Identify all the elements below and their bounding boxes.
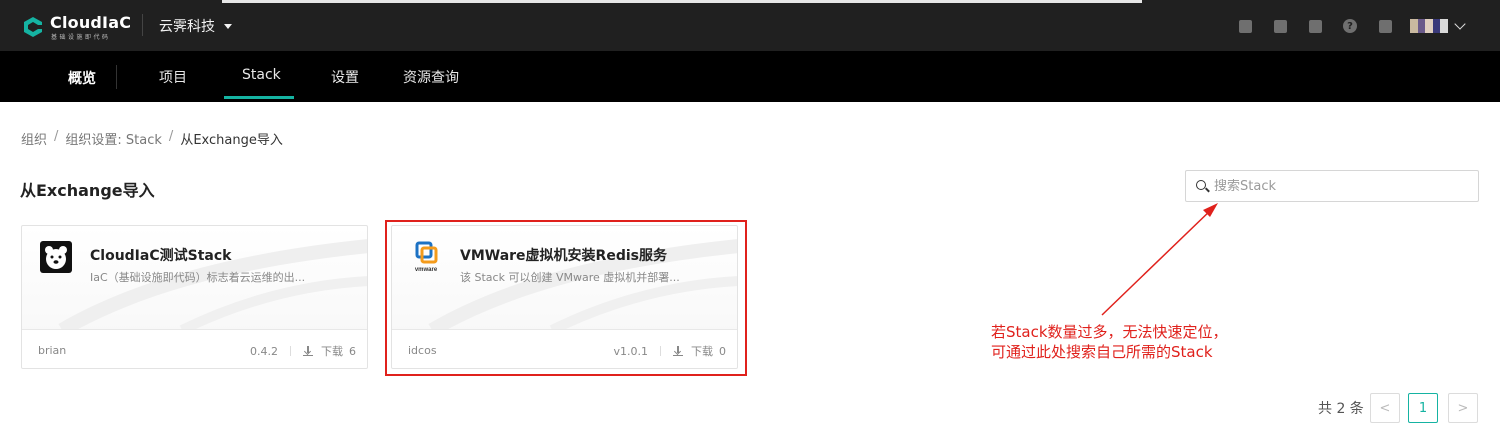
annotation-text: 若Stack数量过多，无法快速定位， 可通过此处搜索自己所需的Stack: [991, 322, 1228, 362]
top-bar: CloudIaC 基础设施即代码 云霁科技 ?: [0, 0, 1500, 51]
divider: [142, 14, 143, 36]
chart-icon: [1378, 19, 1392, 33]
nav-active-indicator: [224, 96, 294, 99]
org-switcher[interactable]: 云霁科技: [159, 16, 232, 36]
breadcrumb-org[interactable]: 组织: [21, 129, 47, 148]
card-description: IaC（基础设施即代码）标志着云运维的出...: [90, 271, 306, 284]
tool-button-1[interactable]: [1234, 15, 1256, 37]
breadcrumb-org-settings[interactable]: 组织设置: Stack: [65, 129, 162, 148]
logo[interactable]: CloudIaC 基础设施即代码: [22, 13, 132, 41]
help-button[interactable]: ?: [1339, 15, 1361, 37]
stack-card[interactable]: CloudIaC测试Stack IaC（基础设施即代码）标志着云运维的出... …: [21, 225, 368, 369]
nav-item-resource-query[interactable]: 资源查询: [403, 67, 459, 87]
tool-button-3[interactable]: [1304, 15, 1326, 37]
breadcrumb-separator: /: [168, 129, 174, 144]
app-icon: [1238, 19, 1252, 33]
nav-item-projects[interactable]: 项目: [159, 67, 187, 87]
logo-text: CloudIaC: [50, 13, 132, 32]
prev-page-button[interactable]: <: [1370, 393, 1400, 423]
tool-button-2[interactable]: [1269, 15, 1291, 37]
language-icon: [1308, 19, 1322, 33]
logo-subtitle: 基础设施即代码: [51, 34, 111, 41]
avatar[interactable]: [1410, 19, 1448, 33]
breadcrumb-separator: /: [54, 129, 59, 144]
card-title[interactable]: CloudIaC测试Stack: [90, 245, 231, 265]
chevron-down-icon[interactable]: [1454, 17, 1466, 30]
nav-divider: [116, 65, 117, 89]
tool-button-5[interactable]: [1374, 15, 1396, 37]
download-icon: [303, 346, 313, 356]
card-meta: 0.4.2 下载 6: [250, 343, 356, 359]
card-version: 0.4.2: [250, 344, 278, 358]
nav-overview[interactable]: 概览: [68, 68, 96, 88]
nav-item-stack[interactable]: Stack: [242, 67, 281, 83]
pagination-total: 共 2 条: [1318, 401, 1364, 417]
nav-item-settings[interactable]: 设置: [331, 67, 359, 87]
top-strip: [222, 0, 1142, 3]
annotation-arrow: [1101, 203, 1218, 316]
caret-down-icon: [224, 23, 232, 29]
cloudiac-logo-icon: [24, 17, 42, 37]
page-number-button[interactable]: 1: [1408, 393, 1438, 423]
divider: [290, 346, 291, 356]
highlight-box: [385, 220, 747, 376]
header-tools: ?: [1221, 15, 1466, 37]
breadcrumb: 组织 / 组织设置: Stack / 从Exchange导入: [21, 129, 283, 148]
docs-icon: [1273, 19, 1287, 33]
nav-bar: 概览 项目 Stack 设置 资源查询: [0, 51, 1500, 102]
annotation-line: 可通过此处搜索自己所需的Stack: [991, 343, 1213, 361]
help-icon: ?: [1343, 19, 1357, 33]
card-footer: brian 0.4.2 下载 6: [22, 329, 367, 368]
download-label: 下载: [321, 345, 343, 358]
download-count: 6: [349, 344, 356, 358]
org-name: 云霁科技: [159, 19, 215, 35]
search-icon: [1196, 180, 1206, 190]
card-author: brian: [38, 344, 67, 357]
annotation-line: 若Stack数量过多，无法快速定位，: [991, 323, 1228, 341]
bear-icon: [40, 241, 72, 273]
breadcrumb-current: 从Exchange导入: [180, 133, 283, 148]
search-input[interactable]: [1214, 178, 1454, 194]
page-title: 从Exchange导入: [20, 181, 155, 200]
next-page-button[interactable]: >: [1448, 393, 1478, 423]
